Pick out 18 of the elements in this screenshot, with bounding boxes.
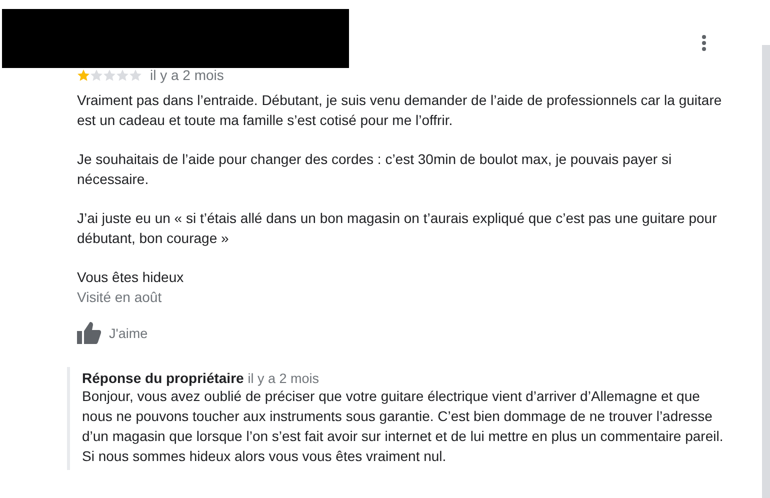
review-paragraph: Je souhaitais de l’aide pour changer des cordes : c’est 30min de boulot max, je pouvais payer si nécessaire.: [77, 150, 673, 189]
review-paragraph: Vraiment pas dans l’entraide. Débutant, je suis venu demander de l’aide de professionnels car la guitare est un cadeau et toute ma famille s’est cotisé pour me l’offrir.: [77, 91, 723, 130]
review-paragraph: J’ai juste eu un « si t’étais allé dans un bon magasin on t’aurais expliqué que c’est pas une guitare pour débutant, bon courage »: [77, 209, 718, 248]
reply-text: Bonjour, vous avez oublié de préciser que votre guitare électrique vient d’arriver d’Allemagne et que nous ne pouvons toucher aux instruments sous garantie. C’est bien dommage de ne trouver l’adresse d’un magasin que lorsque l’on s’est fait avoir sur internet et de lui mettre en plus un commentaire pareil. Si nous sommes hideux alors vous vous êtes vraiment nul.: [82, 387, 724, 466]
review-paragraph: Vous êtes hideux: [77, 268, 185, 287]
star-icon: [116, 68, 129, 82]
star-icon: [103, 68, 116, 82]
star-icon: [90, 68, 103, 82]
like-label[interactable]: J'aime: [109, 326, 148, 340]
more-options-icon[interactable]: [702, 35, 706, 51]
reply-date: il y a 2 mois: [248, 371, 319, 386]
scrollbar[interactable]: [762, 45, 770, 498]
reply-title: Réponse du propriétaire: [82, 370, 244, 386]
thumbs-up-icon[interactable]: [77, 322, 101, 344]
visit-date: Visité en août: [77, 288, 163, 307]
star-icon: [129, 68, 142, 82]
star-icon: [77, 68, 90, 82]
review-date: il y a 2 mois: [150, 67, 224, 83]
